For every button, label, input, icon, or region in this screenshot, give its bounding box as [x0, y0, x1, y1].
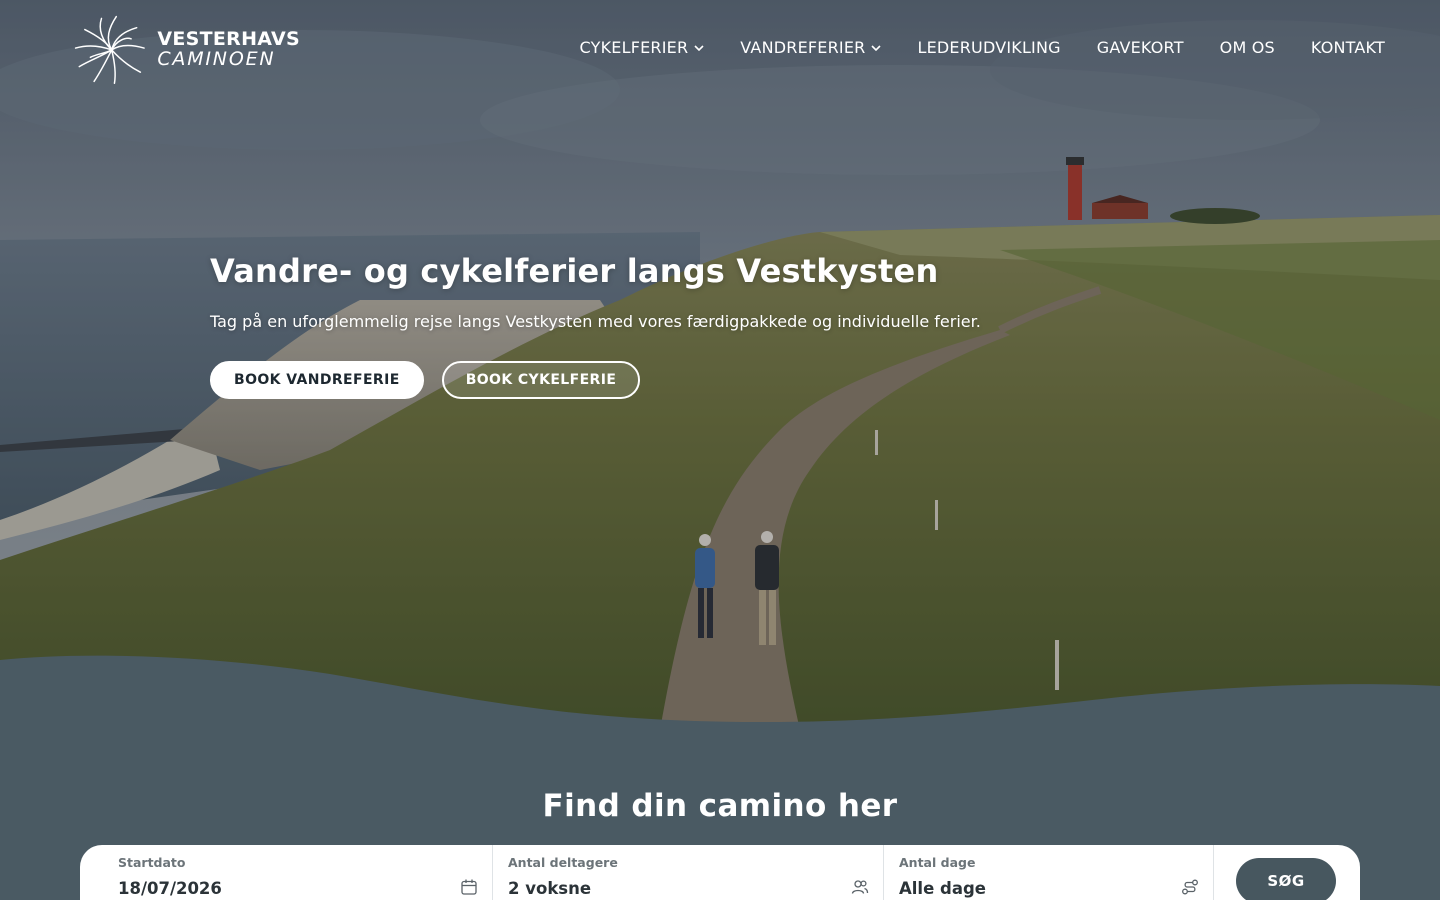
chevron-down-icon — [694, 44, 704, 51]
route-icon — [1182, 879, 1198, 895]
nav-item-label: VANDREFERIER — [740, 38, 866, 57]
brand-line2: CAMINOEN — [157, 47, 276, 70]
wave-divider — [0, 655, 1440, 732]
start-date-field[interactable]: Startdato 18/07/2026 — [80, 845, 493, 900]
brand-line1: VESTERHAVS — [157, 27, 300, 50]
nav-item-label: LEDERUDVIKLING — [917, 38, 1061, 57]
search-button[interactable]: SØG — [1236, 858, 1336, 900]
main-navigation: CYKELFERIER VANDREFERIER LEDERUDVIKLING … — [544, 38, 1385, 57]
nav-item-om-os[interactable]: OM OS — [1220, 38, 1275, 57]
chevron-down-icon — [871, 44, 882, 51]
nav-item-label: CYKELFERIER — [579, 38, 689, 57]
nav-item-cykelferier[interactable]: CYKELFERIER — [580, 38, 705, 57]
nav-item-label: OM OS — [1219, 38, 1275, 57]
field-value[interactable]: 18/07/2026 — [118, 879, 477, 898]
book-cykelferie-button[interactable]: BOOK CYKELFERIE — [441, 361, 641, 399]
nav-item-vandreferier[interactable]: VANDREFERIER — [740, 38, 882, 57]
brand-name: VESTERHAVS CAMINOEN — [157, 27, 300, 70]
hero-content: Vandre- og cykelferier langs Vestkysten … — [210, 252, 981, 399]
field-label: Antal deltagere — [508, 855, 618, 870]
hero-title: Vandre- og cykelferier langs Vestkysten — [210, 252, 939, 290]
nav-item-label: GAVEKORT — [1096, 38, 1184, 57]
search-bar: Startdato 18/07/2026 Antal deltagere 2 v… — [80, 845, 1360, 900]
book-vandreferie-button[interactable]: BOOK VANDREFERIE — [210, 361, 424, 399]
brand-logo[interactable]: VESTERHAVS CAMINOEN — [70, 10, 300, 88]
field-label: Antal dage — [899, 855, 976, 870]
nav-item-kontakt[interactable]: KONTAKT — [1311, 38, 1385, 57]
field-label: Startdato — [118, 855, 186, 870]
hero-subtitle: Tag på en uforglemmelig rejse langs Vest… — [210, 312, 981, 331]
users-icon — [851, 880, 869, 894]
days-field[interactable]: Antal dage Alle dage — [884, 845, 1214, 900]
calendar-icon — [461, 879, 477, 895]
hero-buttons: BOOK VANDREFERIE BOOK CYKELFERIE — [210, 361, 981, 399]
participants-field[interactable]: Antal deltagere 2 voksne — [493, 845, 884, 900]
nav-item-label: KONTAKT — [1310, 38, 1385, 57]
field-value[interactable]: Alle dage — [899, 879, 1198, 898]
sun-rays-icon — [74, 15, 145, 85]
search-title: Find din camino her — [542, 788, 898, 824]
search-section: Find din camino her Startdato 18/07/2026… — [0, 730, 1440, 900]
nav-item-gavekort[interactable]: GAVEKORT — [1097, 38, 1184, 57]
nav-item-lederudvikling[interactable]: LEDERUDVIKLING — [917, 38, 1060, 57]
field-value[interactable]: 2 voksne — [508, 879, 868, 898]
